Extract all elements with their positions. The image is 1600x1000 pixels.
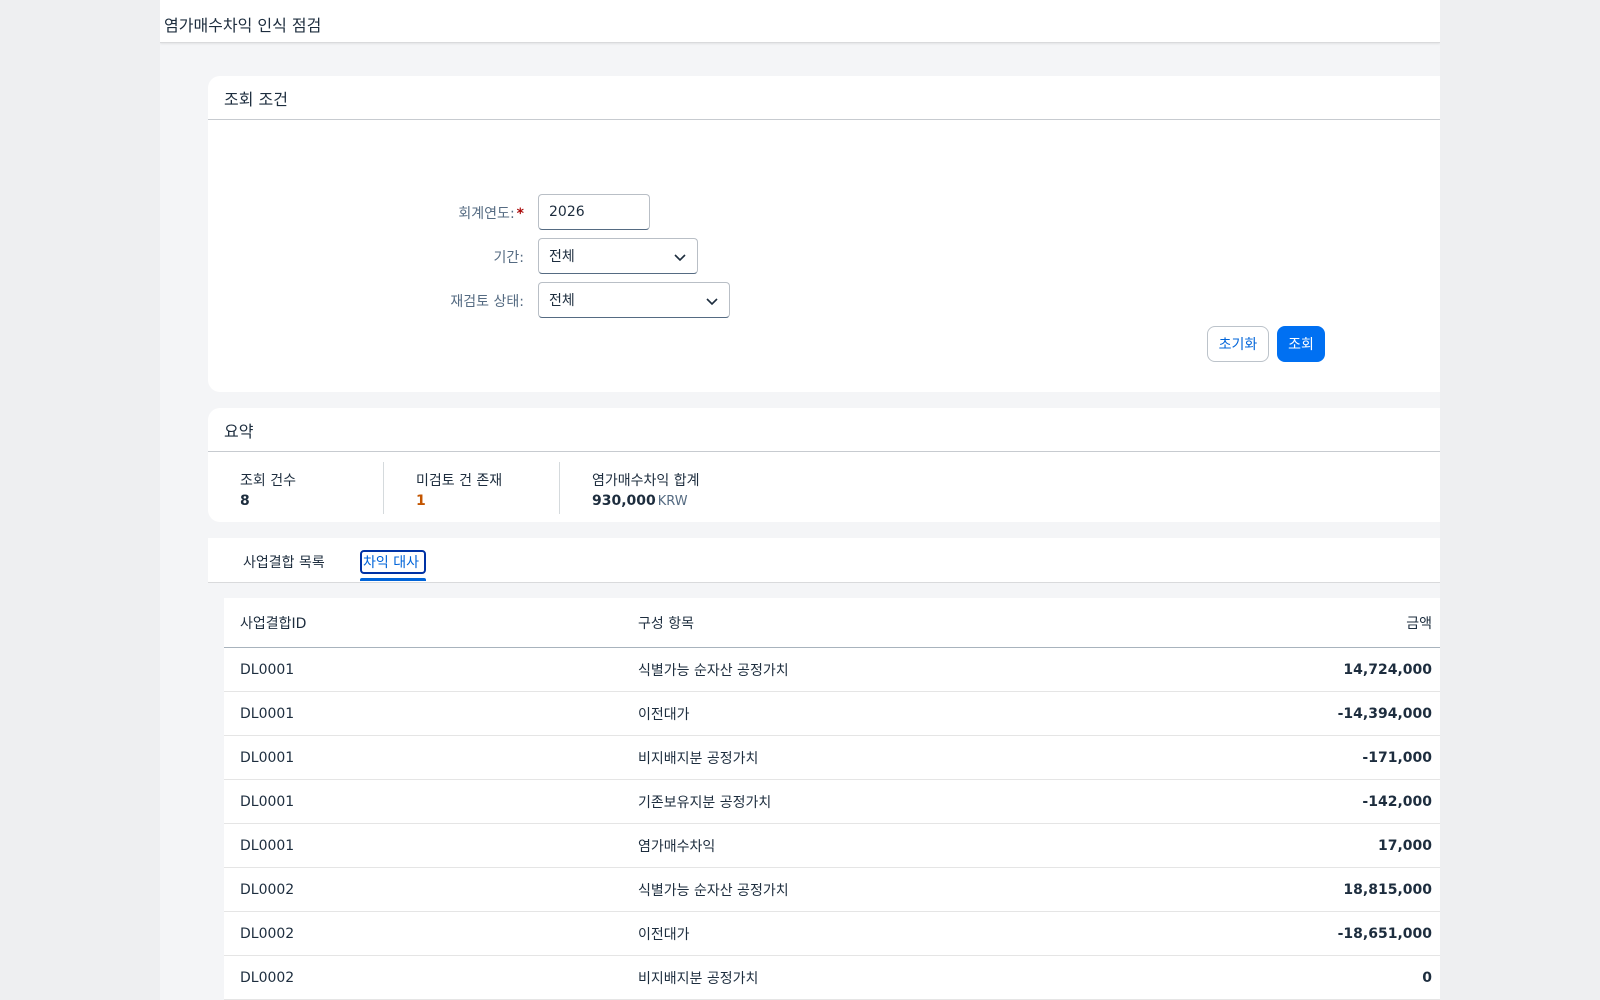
cell-item: 염가매수차익 [638, 838, 716, 855]
table-row[interactable]: DL0002 비지배지분 공정가치 0 [224, 956, 1440, 1000]
chevron-down-icon [674, 254, 686, 262]
cell-id: DL0001 [240, 661, 295, 678]
cell-amount: -14,394,000 [1337, 705, 1432, 722]
kpi-value: 930,000 KRW [592, 493, 688, 509]
kpi-label: 염가매수차익 합계 [592, 473, 700, 489]
kpi-label: 조회 건수 [240, 473, 296, 489]
cell-item: 기존보유지분 공정가치 [638, 794, 772, 811]
cell-id: DL0001 [240, 749, 295, 766]
cell-amount: -142,000 [1362, 793, 1432, 810]
review-status-label: 재검토 상태: [450, 294, 524, 310]
cell-id: DL0002 [240, 969, 295, 986]
cell-amount: 14,724,000 [1343, 661, 1432, 678]
tab-focus-ring [360, 550, 426, 574]
app-shell: 염가매수차익 인식 점검 조회 조건 회계연도: * 2026 기간: 전체 재검… [160, 0, 1440, 1000]
cell-id: DL0002 [240, 881, 295, 898]
fiscal-year-label: 회계연도: * [458, 206, 524, 222]
cell-amount: -171,000 [1362, 749, 1432, 766]
table-row[interactable]: DL0002 이전대가 -18,651,000 [224, 912, 1440, 956]
period-label: 기간: [493, 250, 524, 266]
tab-business-combinations[interactable]: 사업결합 목록 [243, 552, 325, 572]
table-row[interactable]: DL0002 식별가능 순자산 공정가치 18,815,000 [224, 868, 1440, 912]
column-header-item[interactable]: 구성 항목 [638, 598, 694, 647]
column-header-id[interactable]: 사업결합ID [240, 598, 306, 647]
summary-panel-header: 요약 [208, 408, 1440, 452]
table-header: 사업결합ID 구성 항목 금액 [224, 598, 1440, 648]
kpi-divider [559, 462, 560, 514]
cell-item: 식별가능 순자산 공정가치 [638, 662, 789, 679]
page-title: 염가매수차익 인식 점검 [164, 16, 322, 35]
cell-amount: 18,815,000 [1343, 881, 1432, 898]
kpi-count: 조회 건수 8 [240, 470, 296, 526]
summary-panel: 요약 [208, 408, 1440, 522]
kpi-divider [383, 462, 384, 514]
cell-id: DL0001 [240, 705, 295, 722]
reset-button[interactable]: 초기화 [1207, 326, 1269, 362]
shell-bar: 염가매수차익 인식 점검 [160, 0, 1440, 43]
kpi-unreviewed: 미검토 건 존재 1 [416, 470, 502, 526]
review-status-select[interactable]: 전체 [538, 282, 730, 318]
tab-active-indicator [360, 578, 426, 581]
column-header-amount[interactable]: 금액 [1406, 598, 1432, 647]
cell-amount: -18,651,000 [1337, 925, 1432, 942]
kpi-value: 8 [240, 493, 250, 509]
filter-panel-header: 조회 조건 [208, 76, 1440, 120]
table-row[interactable]: DL0001 기존보유지분 공정가치 -142,000 [224, 780, 1440, 824]
tab-bar: 사업결합 목록 차익 대사 [208, 538, 1440, 583]
search-button[interactable]: 조회 [1277, 326, 1325, 362]
cell-item: 식별가능 순자산 공정가치 [638, 882, 789, 899]
fiscal-year-input[interactable]: 2026 [538, 194, 650, 230]
table-row[interactable]: DL0001 염가매수차익 17,000 [224, 824, 1440, 868]
kpi-label: 미검토 건 존재 [416, 473, 503, 489]
cell-item: 비지배지분 공정가치 [638, 750, 759, 767]
chevron-down-icon [706, 298, 718, 306]
kpi-gain-total: 염가매수차익 합계 930,000 KRW [592, 470, 700, 526]
kpi-value: 1 [416, 493, 426, 509]
reconciliation-table: 사업결합ID 구성 항목 금액 DL0001 식별가능 순자산 공정가치 14,… [224, 598, 1440, 1000]
period-select[interactable]: 전체 [538, 238, 698, 274]
cell-item: 이전대가 [638, 706, 690, 723]
currency-unit: KRW [657, 494, 688, 509]
cell-id: DL0002 [240, 925, 295, 942]
cell-amount: 17,000 [1377, 837, 1432, 854]
cell-id: DL0001 [240, 793, 295, 810]
table-row[interactable]: DL0001 비지배지분 공정가치 -171,000 [224, 736, 1440, 780]
table-row[interactable]: DL0001 식별가능 순자산 공정가치 14,724,000 [224, 648, 1440, 692]
cell-item: 이전대가 [638, 926, 690, 943]
cell-id: DL0001 [240, 837, 295, 854]
cell-amount: 0 [1422, 969, 1432, 986]
required-mark: * [516, 206, 524, 222]
cell-item: 비지배지분 공정가치 [638, 970, 759, 987]
table-row[interactable]: DL0001 이전대가 -14,394,000 [224, 692, 1440, 736]
